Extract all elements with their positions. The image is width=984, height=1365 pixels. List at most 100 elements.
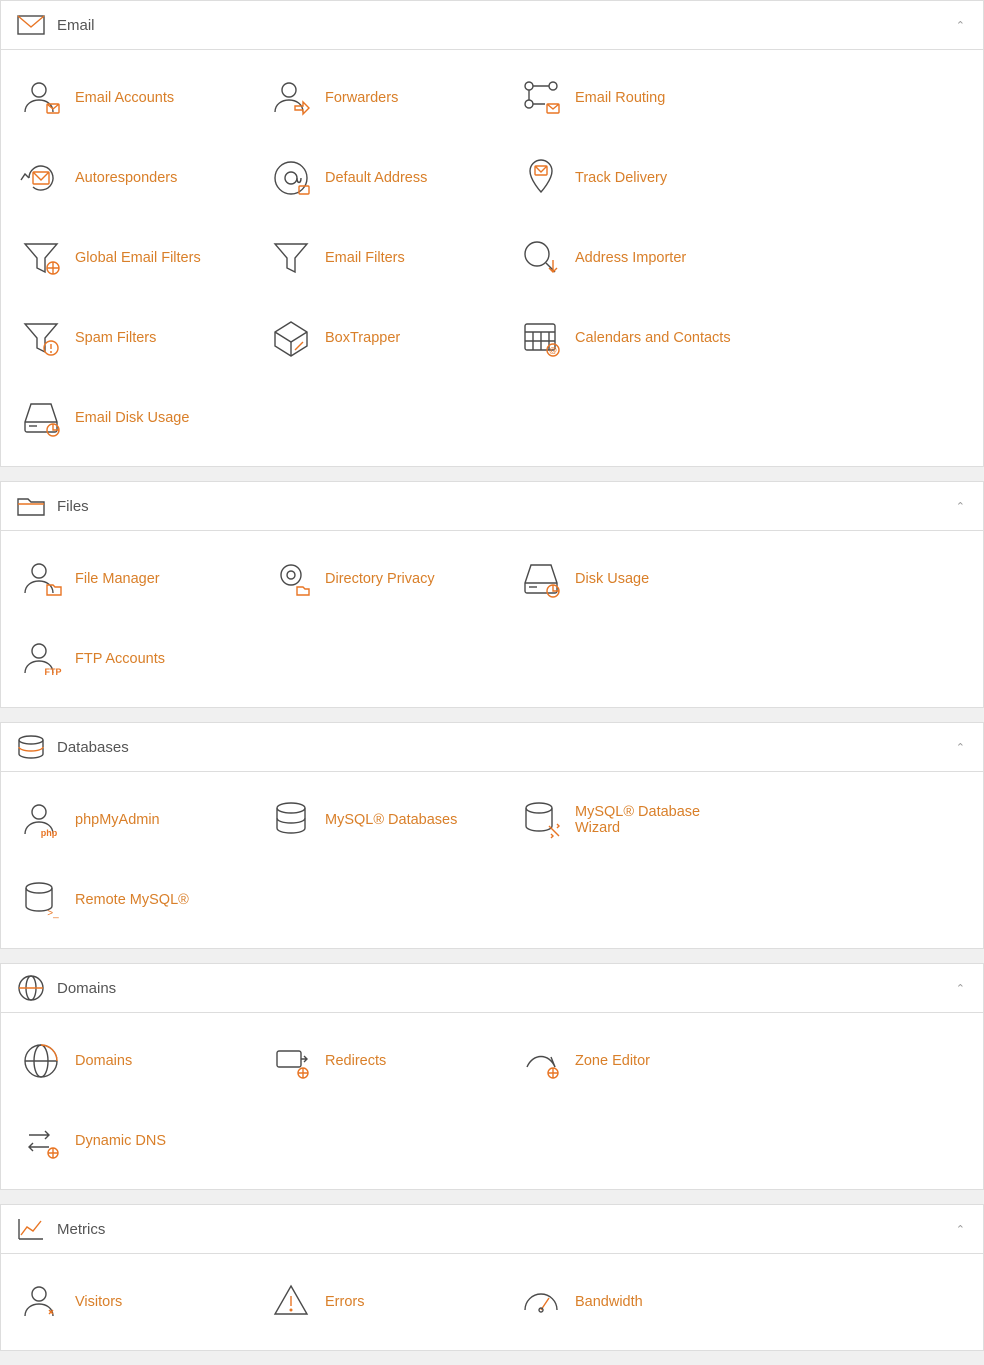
- item-redirects[interactable]: Redirects: [259, 1027, 509, 1095]
- email-filters-icon: [269, 236, 313, 280]
- item-label: Domains: [75, 1053, 132, 1069]
- global-email-filters-icon: [19, 236, 63, 280]
- item-label: Email Filters: [325, 250, 405, 266]
- item-label: File Manager: [75, 571, 160, 587]
- item-spam-filters[interactable]: Spam Filters: [9, 304, 259, 372]
- email-section-icon: [17, 11, 45, 39]
- item-zone-editor[interactable]: Zone Editor: [509, 1027, 759, 1095]
- item-default-address[interactable]: Default Address: [259, 144, 509, 212]
- chevron-up-icon: ⌃: [956, 19, 965, 32]
- item-domains[interactable]: Domains: [9, 1027, 259, 1095]
- chevron-up-icon: ⌃: [956, 982, 965, 995]
- boxtrapper-icon: [269, 316, 313, 360]
- item-dynamic-dns[interactable]: Dynamic DNS: [9, 1107, 259, 1175]
- svg-text:php: php: [41, 828, 58, 838]
- item-label: Dynamic DNS: [75, 1133, 166, 1149]
- item-forwarders[interactable]: Forwarders: [259, 64, 509, 132]
- item-label: Redirects: [325, 1053, 386, 1069]
- item-email-disk-usage[interactable]: Email Disk Usage: [9, 384, 259, 452]
- panel-body-email: Email Accounts Forwarders Email Routing …: [1, 50, 983, 466]
- panel-databases: Databases ⌃ php phpMyAdmin MySQL® Databa…: [0, 722, 984, 949]
- item-disk-usage[interactable]: Disk Usage: [509, 545, 759, 613]
- item-mysql-wizard[interactable]: MySQL® Database Wizard: [509, 786, 759, 854]
- item-label: phpMyAdmin: [75, 812, 160, 828]
- item-label: FTP Accounts: [75, 651, 165, 667]
- item-label: Spam Filters: [75, 330, 156, 346]
- item-label: Global Email Filters: [75, 250, 201, 266]
- forwarders-icon: [269, 76, 313, 120]
- item-autoresponders[interactable]: Autoresponders: [9, 144, 259, 212]
- item-label: Track Delivery: [575, 170, 667, 186]
- spam-filters-icon: [19, 316, 63, 360]
- item-label: MySQL® Databases: [325, 812, 457, 828]
- zone-editor-icon: [519, 1039, 563, 1083]
- item-label: BoxTrapper: [325, 330, 400, 346]
- bandwidth-icon: [519, 1280, 563, 1324]
- svg-text:FTP: FTP: [45, 667, 62, 677]
- item-label: MySQL® Database Wizard: [575, 804, 749, 836]
- panel-title: Domains: [57, 980, 116, 997]
- address-importer-icon: [519, 236, 563, 280]
- item-label: Email Accounts: [75, 90, 174, 106]
- email-accounts-icon: [19, 76, 63, 120]
- panel-body-files: File Manager Directory Privacy Disk Usag…: [1, 531, 983, 707]
- item-email-accounts[interactable]: Email Accounts: [9, 64, 259, 132]
- panel-title: Files: [57, 498, 89, 515]
- panel-body-metrics: Visitors Errors Bandwidth: [1, 1254, 983, 1350]
- panel-domains: Domains ⌃ Domains Redirects Zone Editor: [0, 963, 984, 1190]
- phpmyadmin-icon: php: [19, 798, 63, 842]
- item-label: Disk Usage: [575, 571, 649, 587]
- domains-section-icon: [17, 974, 45, 1002]
- item-label: Bandwidth: [575, 1294, 643, 1310]
- item-track-delivery[interactable]: Track Delivery: [509, 144, 759, 212]
- item-email-filters[interactable]: Email Filters: [259, 224, 509, 292]
- item-label: Email Routing: [575, 90, 665, 106]
- item-label: Remote MySQL®: [75, 892, 189, 908]
- panel-metrics: Metrics ⌃ Visitors Errors Bandwidth: [0, 1204, 984, 1351]
- remote-mysql-icon: >_: [19, 878, 63, 922]
- item-boxtrapper[interactable]: BoxTrapper: [259, 304, 509, 372]
- item-address-importer[interactable]: Address Importer: [509, 224, 759, 292]
- item-mysql-databases[interactable]: MySQL® Databases: [259, 786, 509, 854]
- item-phpmyadmin[interactable]: php phpMyAdmin: [9, 786, 259, 854]
- redirects-icon: [269, 1039, 313, 1083]
- panel-title: Metrics: [57, 1221, 105, 1238]
- item-label: Directory Privacy: [325, 571, 435, 587]
- item-file-manager[interactable]: File Manager: [9, 545, 259, 613]
- dynamic-dns-icon: [19, 1119, 63, 1163]
- panel-header-metrics[interactable]: Metrics ⌃: [1, 1205, 983, 1254]
- item-remote-mysql[interactable]: >_ Remote MySQL®: [9, 866, 259, 934]
- panel-files: Files ⌃ File Manager Directory Privacy D…: [0, 481, 984, 708]
- visitors-icon: [19, 1280, 63, 1324]
- panel-title: Databases: [57, 739, 129, 756]
- item-calendars-contacts[interactable]: @ Calendars and Contacts: [509, 304, 759, 372]
- panel-header-databases[interactable]: Databases ⌃: [1, 723, 983, 772]
- item-label: Forwarders: [325, 90, 398, 106]
- item-directory-privacy[interactable]: Directory Privacy: [259, 545, 509, 613]
- panel-title: Email: [57, 17, 95, 34]
- item-errors[interactable]: Errors: [259, 1268, 509, 1336]
- file-manager-icon: [19, 557, 63, 601]
- panel-email: Email ⌃ Email Accounts Forwarders Email …: [0, 0, 984, 467]
- default-address-icon: [269, 156, 313, 200]
- panel-header-email[interactable]: Email ⌃: [1, 1, 983, 50]
- ftp-accounts-icon: FTP: [19, 637, 63, 681]
- chevron-up-icon: ⌃: [956, 1223, 965, 1236]
- item-visitors[interactable]: Visitors: [9, 1268, 259, 1336]
- item-global-email-filters[interactable]: Global Email Filters: [9, 224, 259, 292]
- files-section-icon: [17, 492, 45, 520]
- autoresponders-icon: [19, 156, 63, 200]
- track-delivery-icon: [519, 156, 563, 200]
- directory-privacy-icon: [269, 557, 313, 601]
- metrics-section-icon: [17, 1215, 45, 1243]
- panel-header-files[interactable]: Files ⌃: [1, 482, 983, 531]
- panel-header-domains[interactable]: Domains ⌃: [1, 964, 983, 1013]
- disk-usage-icon: [519, 557, 563, 601]
- databases-section-icon: [17, 733, 45, 761]
- item-bandwidth[interactable]: Bandwidth: [509, 1268, 759, 1336]
- item-ftp-accounts[interactable]: FTP FTP Accounts: [9, 625, 259, 693]
- item-email-routing[interactable]: Email Routing: [509, 64, 759, 132]
- errors-icon: [269, 1280, 313, 1324]
- chevron-up-icon: ⌃: [956, 500, 965, 513]
- email-disk-usage-icon: [19, 396, 63, 440]
